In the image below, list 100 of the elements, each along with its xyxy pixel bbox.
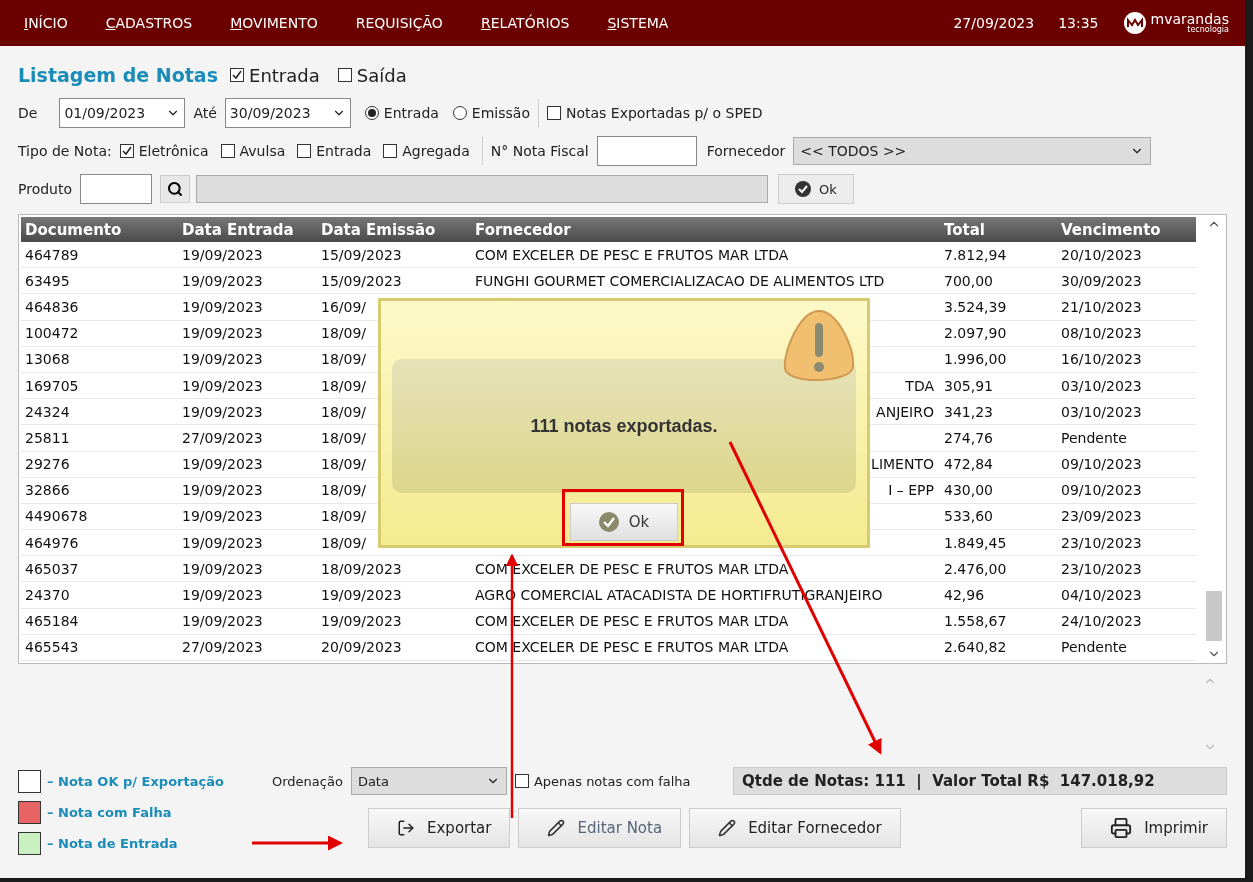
field-label: De xyxy=(18,105,38,121)
checkbox-label: Eletrônica xyxy=(138,143,209,159)
table-cell-text: 18/09/2023 xyxy=(320,560,403,577)
column-header: Documento xyxy=(24,220,123,239)
date-field[interactable]: 30/09/2023 xyxy=(224,98,351,128)
radio-label: Entrada xyxy=(383,105,439,121)
table-cell-text: 464976 xyxy=(24,534,80,551)
action-button[interactable]: Exportar xyxy=(368,808,511,848)
table-cell-text: 24370 xyxy=(24,587,71,604)
table-cell-text: Pendente xyxy=(1060,429,1128,446)
table-cell-text: 100472 xyxy=(24,325,80,342)
action-button[interactable]: Editar Fornecedor xyxy=(689,808,901,848)
table-cell-text: 1.849,45 xyxy=(943,534,1008,551)
input-field[interactable] xyxy=(596,136,697,166)
table-cell-text: 1.996,00 xyxy=(943,351,1008,368)
table-cell-text: 2.476,00 xyxy=(943,560,1008,577)
table-cell-text: 464836 xyxy=(24,298,80,315)
checkbox-label: Notas Exportadas p/ o SPED xyxy=(565,105,763,121)
field-label: Produto xyxy=(18,181,73,197)
field-label: Fornecedor xyxy=(706,143,786,159)
check-icon xyxy=(598,512,619,532)
logo-icon xyxy=(1122,11,1147,35)
time-text: 13:35 xyxy=(1058,15,1099,31)
table-cell-text: 24/10/2023 xyxy=(1060,613,1143,630)
checkbox-label: Entrada xyxy=(316,143,372,159)
check-icon xyxy=(795,181,812,197)
table-cell-text: COM EXCELER DE PESC E FRUTOS MAR LTDA xyxy=(474,246,790,263)
table-cell-text: 03/10/2023 xyxy=(1060,377,1143,394)
table-cell-text: 341,23 xyxy=(943,403,994,420)
checkbox[interactable] xyxy=(514,774,529,788)
table-cell-text: 18/09/ xyxy=(320,456,368,473)
table-cell-text: 430,00 xyxy=(943,482,994,499)
table-cell-text: 465037 xyxy=(24,560,80,577)
table-cell-text: ANJEIRO xyxy=(875,403,935,420)
table-cell-text: 30/09/2023 xyxy=(1060,272,1143,289)
table-cell-text: TDA xyxy=(904,377,935,394)
ok-button[interactable]: Ok xyxy=(778,174,854,204)
date-field[interactable]: 01/09/2023 xyxy=(59,98,186,128)
table-cell-text: 32866 xyxy=(24,482,71,499)
table-cell-text: 700,00 xyxy=(943,272,994,289)
table-cell-text: 23/09/2023 xyxy=(1060,508,1143,525)
table-cell-text: 18/09/ xyxy=(320,377,368,394)
table-cell-text: 169705 xyxy=(24,377,80,394)
table-cell-text: 15/09/2023 xyxy=(320,246,403,263)
checkbox[interactable] xyxy=(220,144,235,158)
table-cell-text: 19/09/2023 xyxy=(181,560,264,577)
table-cell-text: 1.558,67 xyxy=(943,613,1008,630)
supplier-select[interactable]: << TODOS >> xyxy=(793,137,1152,165)
column-header: Total xyxy=(943,220,986,239)
menu-item[interactable]: MOVIMENTO xyxy=(230,15,318,31)
checkbox[interactable] xyxy=(546,106,561,120)
table-cell-text: 19/09/2023 xyxy=(181,587,264,604)
table-cell-text: 04/10/2023 xyxy=(1060,587,1143,604)
checkbox[interactable] xyxy=(119,144,134,158)
checkbox[interactable] xyxy=(337,68,352,82)
scrollbar-thumb[interactable] xyxy=(1206,591,1222,641)
table-cell-text: COM EXCELER DE PESC E FRUTOS MAR LTDA xyxy=(474,613,790,630)
checkbox-label: Avulsa xyxy=(239,143,286,159)
menu-item[interactable]: REQUISIÇÃO xyxy=(355,15,443,31)
menu-item[interactable]: CADASTROS xyxy=(105,15,193,31)
table-cell-text: Pendente xyxy=(1060,639,1128,656)
checkbox[interactable] xyxy=(383,144,398,158)
checkbox-label: Agregada xyxy=(402,143,470,159)
summary-text: Qtde de Notas: 111 | Valor Total R$ 147.018,92 xyxy=(733,767,1227,795)
radio-button[interactable] xyxy=(452,106,467,120)
checkbox[interactable] xyxy=(230,68,244,82)
table-cell-text: 25811 xyxy=(24,429,71,446)
table-cell-text: 19/09/2023 xyxy=(181,377,264,394)
table-cell-text: 09/10/2023 xyxy=(1060,482,1143,499)
table-cell-text: 3.524,39 xyxy=(943,298,1008,315)
table-cell-text: 19/09/2023 xyxy=(181,613,264,630)
table-cell-text: 20/09/2023 xyxy=(320,639,403,656)
search-button[interactable] xyxy=(160,175,191,203)
search-icon xyxy=(167,181,184,197)
table-cell-text: 27/09/2023 xyxy=(181,639,264,656)
table-cell-text: 305,91 xyxy=(943,377,994,394)
field-label: N° Nota Fiscal xyxy=(490,143,589,159)
input-field[interactable] xyxy=(80,174,153,204)
table-cell-text: 18/09/ xyxy=(320,351,368,368)
order-select[interactable]: Data xyxy=(350,767,507,795)
table-cell-text: 27/09/2023 xyxy=(181,429,264,446)
table-cell-text: 274,76 xyxy=(943,429,994,446)
table-cell-text: I – EPP xyxy=(887,482,935,499)
action-button[interactable]: Imprimir xyxy=(1081,808,1227,848)
table-cell-text: 18/09/ xyxy=(320,325,368,342)
table-cell-text: 23/10/2023 xyxy=(1060,560,1143,577)
table-cell-text: 19/09/2023 xyxy=(181,298,264,315)
menu-item[interactable]: INÍCIO xyxy=(24,15,68,31)
ok-button[interactable]: Ok xyxy=(570,503,678,541)
table-cell-text: 15/09/2023 xyxy=(320,272,403,289)
checkbox[interactable] xyxy=(297,144,312,158)
radio-button[interactable] xyxy=(364,106,379,120)
table-cell-text: 472,84 xyxy=(943,456,994,473)
table-cell-text: 19/09/2023 xyxy=(181,325,264,342)
table-cell-text: COM EXCELER DE PESC E FRUTOS MAR LTDA xyxy=(474,560,790,577)
menu-item[interactable]: RELATÓRIOS xyxy=(480,15,570,31)
table-cell-text: 09/10/2023 xyxy=(1060,456,1143,473)
menu-item[interactable]: SISTEMA xyxy=(607,15,669,31)
table-cell-text: COM EXCELER DE PESC E FRUTOS MAR LTDA xyxy=(474,639,790,656)
table-cell-text: 464789 xyxy=(24,246,80,263)
